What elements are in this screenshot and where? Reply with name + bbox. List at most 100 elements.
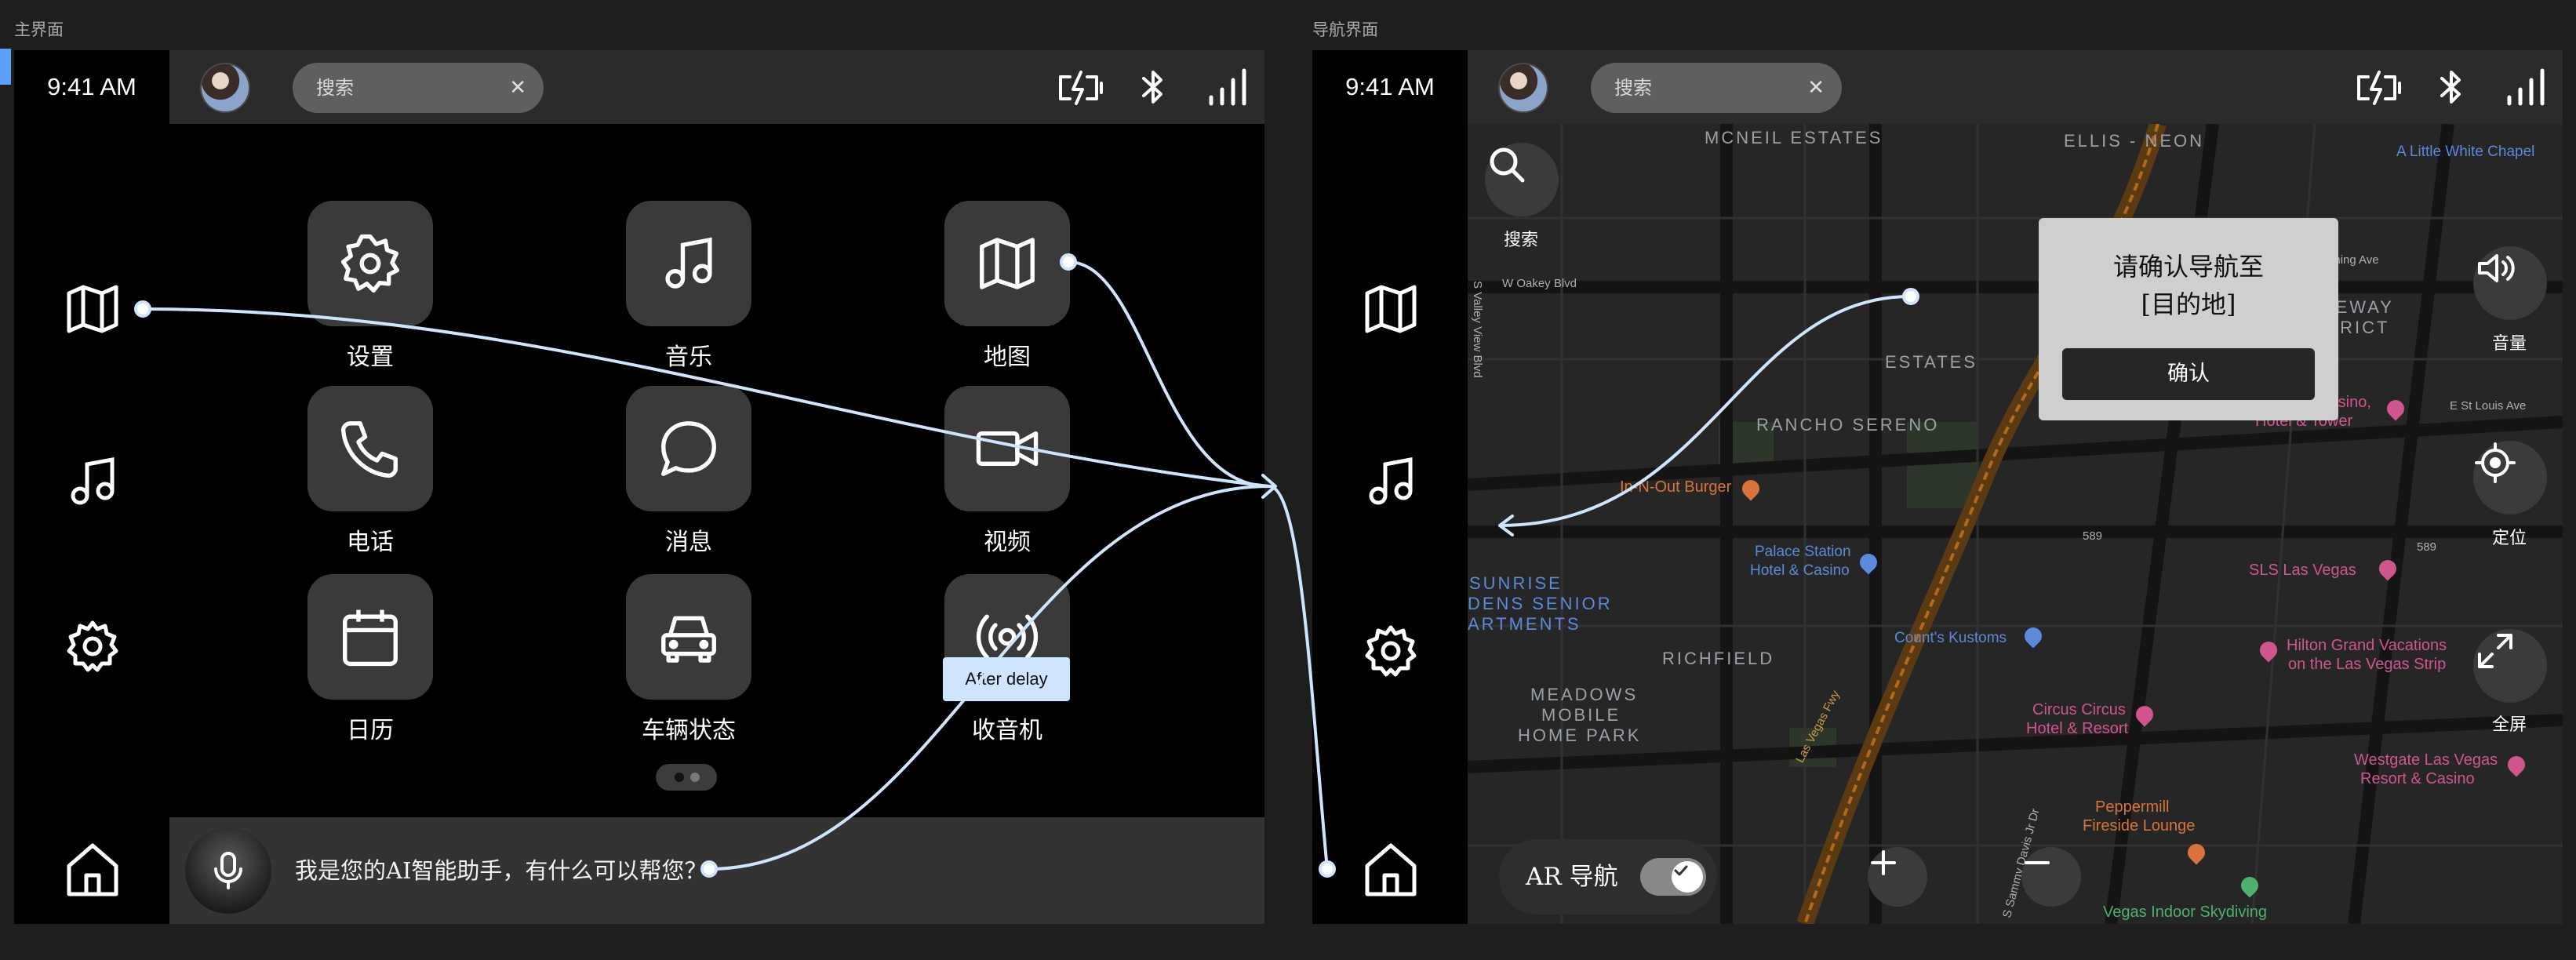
page-dot-active (675, 773, 684, 782)
sidebar: 9:41 AM (1312, 50, 1468, 924)
place-label: MCNEIL ESTATES (1705, 128, 1883, 147)
search-placeholder: 搜索 (1614, 77, 1652, 99)
frame-label-main: 主界面 (14, 20, 64, 39)
app-tile[interactable] (944, 201, 1070, 326)
volume-button[interactable] (2473, 246, 2547, 320)
sidebar-settings-icon[interactable] (61, 615, 124, 678)
place-label: ELLIS - NEON (2064, 131, 2205, 151)
place-label: MOBILE (1541, 705, 1621, 725)
sidebar-home-icon[interactable] (61, 838, 124, 900)
sidebar: 9:41 AM (14, 50, 169, 924)
app-tile[interactable] (944, 386, 1070, 511)
clear-search-icon[interactable]: ✕ (509, 63, 526, 113)
status-bar: 搜索 ✕ (1468, 50, 2563, 124)
bluetooth-icon (1142, 71, 1162, 104)
poi-label: Vegas Indoor Skydiving (2103, 904, 2268, 921)
place-label: ESTATES (1885, 352, 1977, 372)
app-label: 设置 (347, 344, 394, 371)
locate-button[interactable] (2473, 441, 2547, 515)
mic-button[interactable] (185, 827, 271, 914)
app-phone[interactable]: 电话 (307, 386, 433, 557)
app-tile[interactable] (307, 201, 433, 326)
map-icon (980, 238, 1035, 289)
crosshair-icon (2475, 442, 2516, 483)
place-label: RANCHO SERENO (1756, 415, 1940, 435)
sidebar-settings-icon[interactable] (1359, 620, 1422, 682)
volume-label: 音量 (2492, 334, 2527, 354)
check-icon (1674, 865, 1688, 876)
status-icons (1056, 66, 1250, 110)
battery-charging-icon (2357, 71, 2401, 105)
confirm-button[interactable]: 确认 (2062, 348, 2315, 400)
poi-label: Fireside Lounge (2083, 817, 2196, 835)
expand-icon (2478, 634, 2512, 668)
locate-label: 定位 (2492, 529, 2527, 548)
car-icon (661, 616, 716, 663)
app-vehicle-status[interactable]: 车辆状态 (626, 574, 751, 745)
poi-label: Count's Kustoms (1894, 630, 2007, 646)
app-tile[interactable] (307, 574, 433, 700)
signal-icon (2507, 68, 2545, 106)
place-label: A Little White Chapel (2396, 144, 2535, 160)
status-icons (2354, 66, 2549, 110)
app-label: 收音机 (972, 717, 1042, 744)
app-tile[interactable] (307, 386, 433, 511)
fullscreen-label: 全屏 (2492, 715, 2527, 735)
ar-toggle-switch[interactable] (1640, 858, 1706, 896)
app-label: 车辆状态 (642, 717, 736, 744)
status-bar: 搜索 ✕ (169, 50, 1264, 124)
search-input[interactable]: 搜索 ✕ (1591, 63, 1842, 113)
bluetooth-icon (2440, 71, 2461, 104)
app-tile[interactable] (626, 201, 751, 326)
dialog-line-2: [目的地] (2141, 289, 2236, 319)
app-settings[interactable]: 设置 (307, 201, 433, 372)
map-search-button[interactable] (1485, 143, 1559, 216)
app-tile[interactable] (626, 386, 751, 511)
connector-arrow-head (1261, 474, 1277, 499)
place-label: DENS SENIOR (1468, 594, 1613, 613)
plus-icon (1871, 850, 1896, 875)
app-tile[interactable] (626, 574, 751, 700)
avatar[interactable] (200, 63, 250, 113)
search-input[interactable]: 搜索 ✕ (293, 63, 544, 113)
page-indicator[interactable] (656, 764, 717, 791)
highway-shield: 589 (2417, 540, 2437, 554)
video-icon (976, 431, 1039, 467)
app-calendar[interactable]: 日历 (307, 574, 433, 745)
place-label: RICHFIELD (1662, 649, 1775, 668)
search-placeholder: 搜索 (316, 77, 354, 99)
volume-icon (2478, 254, 2515, 282)
clear-search-icon[interactable]: ✕ (1807, 63, 1825, 113)
confirm-dialog: 请确认导航至 [目的地] 确认 (2039, 218, 2338, 420)
sidebar-map-icon[interactable] (61, 278, 124, 340)
zoom-in-button[interactable] (1868, 847, 1927, 907)
assistant-bar[interactable]: 我是您的AI智能助手，有什么可以帮您？ (169, 817, 1264, 924)
sidebar-home-icon[interactable] (1359, 838, 1422, 900)
app-map[interactable]: 地图 (944, 201, 1070, 372)
microphone-icon (214, 852, 242, 889)
poi-label: Resort & Casino (2360, 770, 2475, 787)
app-music[interactable]: 音乐 (626, 201, 751, 372)
poi-label: Peppermill (2095, 798, 2170, 816)
sidebar-music-icon[interactable] (61, 450, 124, 513)
map-search-label: 搜索 (1504, 231, 1539, 250)
zoom-out-button[interactable] (2021, 847, 2081, 907)
edge-tab (0, 49, 11, 85)
dialog-line-1: 请确认导航至 (2112, 252, 2264, 282)
fullscreen-button[interactable] (2473, 629, 2547, 703)
app-video[interactable]: 视频 (944, 386, 1070, 557)
sidebar-music-icon[interactable] (1359, 450, 1422, 513)
ar-nav-toggle[interactable]: AR 导航 (1499, 839, 1717, 915)
map-view[interactable]: MCNEIL ESTATES ELLIS - NEON A Little Whi… (1468, 124, 2563, 924)
place-label: MEADOWS (1530, 685, 1639, 704)
search-icon (1490, 147, 1525, 183)
signal-icon (1209, 68, 1246, 106)
poi-label: In-N-Out Burger (1620, 478, 1732, 496)
app-label: 电话 (347, 529, 394, 556)
sidebar-map-icon[interactable] (1359, 278, 1422, 340)
avatar[interactable] (1498, 63, 1548, 113)
poi-label: Palace Station (1755, 544, 1851, 560)
nav-screen: 搜索 ✕ 9:41 AM MCNEIL ESTATES ELLIS - NEON… (1312, 50, 2563, 924)
poi-label: SLS Las Vegas (2249, 562, 2356, 579)
app-messages[interactable]: 消息 (626, 386, 751, 557)
